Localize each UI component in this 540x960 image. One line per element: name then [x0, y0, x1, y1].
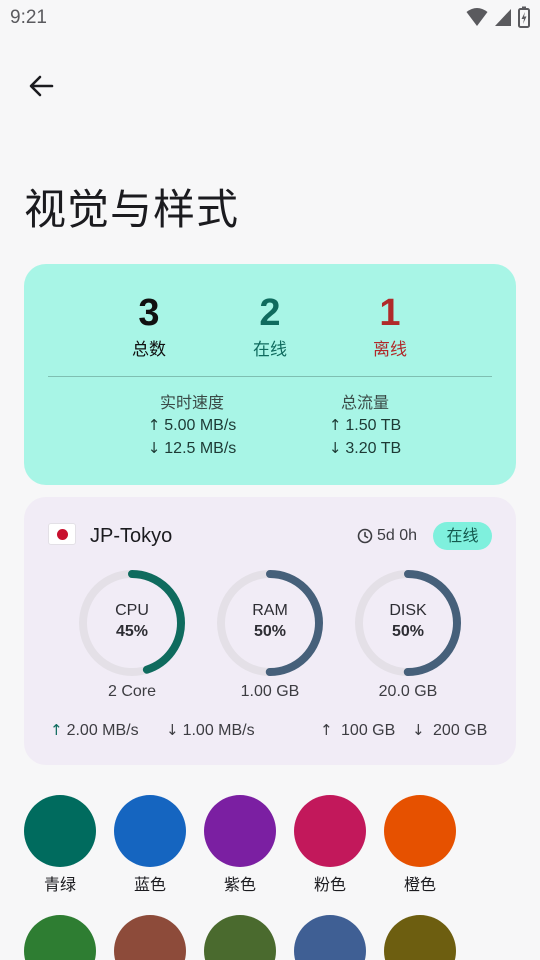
- server-card[interactable]: JP-Tokyo 5d 0h 在线 CPU 45% 2 Core RAM 50%…: [24, 497, 516, 765]
- ram-gauge: RAM 50% 1.00 GB: [216, 569, 324, 700]
- speed-upload-value: 5.00 MB/s: [164, 417, 237, 434]
- stat-offline-label: 离线: [373, 340, 407, 360]
- swatch-mustard[interactable]: [384, 915, 456, 960]
- ram-value: 50%: [253, 623, 287, 640]
- uptime: 5d 0h: [357, 525, 417, 547]
- arrow-back-icon: [29, 75, 54, 97]
- swatch-teal[interactable]: 青绿: [24, 795, 96, 896]
- arrow-up-icon: ↑: [50, 721, 63, 739]
- swatch-orange[interactable]: 橙色: [384, 795, 456, 896]
- summary-card: 3 总数 2 在线 1 离线 实时速度 ↑ 5.00 MB/s ↓ 12.5 MB/…: [24, 264, 516, 485]
- disk-total: 20.0 GB: [378, 683, 438, 700]
- net-download: ↓ 1.00 MB/s: [166, 719, 255, 742]
- swatch-blue[interactable]: 蓝色: [114, 795, 186, 896]
- ram-label: RAM: [252, 602, 288, 619]
- total-traffic: 总流量 ↑ 1.50 TB ↓ 3.20 TB: [285, 392, 445, 460]
- stat-total: 3 总数: [89, 290, 209, 362]
- swatch-circle[interactable]: [114, 915, 186, 960]
- swatch-label: 粉色: [313, 875, 346, 894]
- stat-total-value: 3: [138, 292, 160, 334]
- swatch-indigo[interactable]: [294, 915, 366, 960]
- realtime-speed: 实时速度 ↑ 5.00 MB/s ↓ 12.5 MB/s: [112, 392, 272, 460]
- swatch-circle[interactable]: [114, 795, 186, 867]
- disk-gauge: DISK 50% 20.0 GB: [354, 569, 462, 700]
- swatch-circle[interactable]: [204, 795, 276, 867]
- arrow-up-icon: ↑: [147, 416, 161, 434]
- arrow-down-icon: ↓: [166, 721, 179, 739]
- disk-label: DISK: [389, 602, 427, 619]
- swatch-pink[interactable]: 粉色: [294, 795, 366, 896]
- disk-value: 50%: [391, 623, 425, 640]
- swatch-circle[interactable]: [384, 795, 456, 867]
- arrow-down-icon: ↓: [412, 721, 425, 739]
- traffic-download-total-value: 200 GB: [433, 722, 488, 739]
- wifi-icon: [466, 8, 488, 26]
- swatch-purple[interactable]: 紫色: [204, 795, 276, 896]
- arrow-down-icon: ↓: [328, 439, 342, 457]
- swatch-circle[interactable]: [24, 795, 96, 867]
- swatch-label: 橙色: [403, 875, 436, 894]
- back-button[interactable]: [18, 63, 64, 109]
- swatch-circle[interactable]: [24, 915, 96, 960]
- status-time: 9:21: [10, 7, 47, 28]
- ram-total: 1.00 GB: [240, 683, 300, 700]
- net-download-value: 1.00 MB/s: [182, 722, 255, 739]
- arrow-down-icon: ↓: [147, 439, 161, 457]
- swatch-olive[interactable]: [204, 915, 276, 960]
- swatch-green[interactable]: [24, 915, 96, 960]
- summary-divider: [48, 376, 492, 377]
- uptime-value: 5d 0h: [377, 527, 418, 544]
- traffic-upload: ↑ 1.50 TB: [285, 414, 445, 437]
- stat-total-label: 总数: [132, 340, 166, 360]
- cpu-value: 45%: [115, 623, 149, 640]
- swatch-label: 青绿: [43, 875, 76, 894]
- stat-offline: 1 离线: [330, 290, 450, 362]
- net-upload-value: 2.00 MB/s: [66, 722, 139, 739]
- cpu-cores: 2 Core: [107, 683, 157, 700]
- swatch-label: 紫色: [223, 875, 256, 894]
- server-name: JP-Tokyo: [90, 525, 173, 547]
- swatch-label: 蓝色: [133, 875, 166, 894]
- swatch-circle[interactable]: [294, 915, 366, 960]
- swatch-circle[interactable]: [204, 915, 276, 960]
- traffic-download-total: ↓ 200 GB: [412, 719, 487, 742]
- traffic-upload-total: ↑ 100 GB: [320, 719, 395, 742]
- status-bar: 9:21: [0, 0, 540, 36]
- speed-download: ↓ 12.5 MB/s: [112, 437, 272, 460]
- cpu-label: CPU: [115, 602, 149, 619]
- stat-online: 2 在线: [210, 290, 330, 362]
- speed-download-value: 12.5 MB/s: [164, 440, 237, 457]
- traffic-download: ↓ 3.20 TB: [285, 437, 445, 460]
- cpu-gauge: CPU 45% 2 Core: [78, 569, 186, 700]
- stat-online-value: 2: [259, 292, 281, 334]
- page-title: 视觉与样式: [24, 185, 240, 234]
- clock-icon: [357, 528, 373, 544]
- stat-offline-value: 1: [379, 292, 401, 334]
- status-icons: [466, 6, 530, 28]
- speed-upload: ↑ 5.00 MB/s: [112, 414, 272, 437]
- swatch-circle[interactable]: [294, 795, 366, 867]
- cell-signal-icon: [495, 9, 511, 26]
- net-upload: ↑ 2.00 MB/s: [50, 719, 139, 742]
- status-badge: 在线: [433, 522, 492, 550]
- stat-online-label: 在线: [253, 340, 287, 360]
- arrow-up-icon: ↑: [320, 721, 333, 739]
- traffic-upload-value: 1.50 TB: [345, 417, 402, 434]
- total-traffic-title: 总流量: [340, 393, 389, 412]
- traffic-download-value: 3.20 TB: [345, 440, 402, 457]
- swatch-brown[interactable]: [114, 915, 186, 960]
- swatch-circle[interactable]: [384, 915, 456, 960]
- battery-icon: [518, 6, 530, 28]
- traffic-upload-total-value: 100 GB: [341, 722, 396, 739]
- realtime-speed-title: 实时速度: [159, 393, 224, 412]
- arrow-up-icon: ↑: [328, 416, 342, 434]
- japan-flag-icon: [48, 523, 76, 545]
